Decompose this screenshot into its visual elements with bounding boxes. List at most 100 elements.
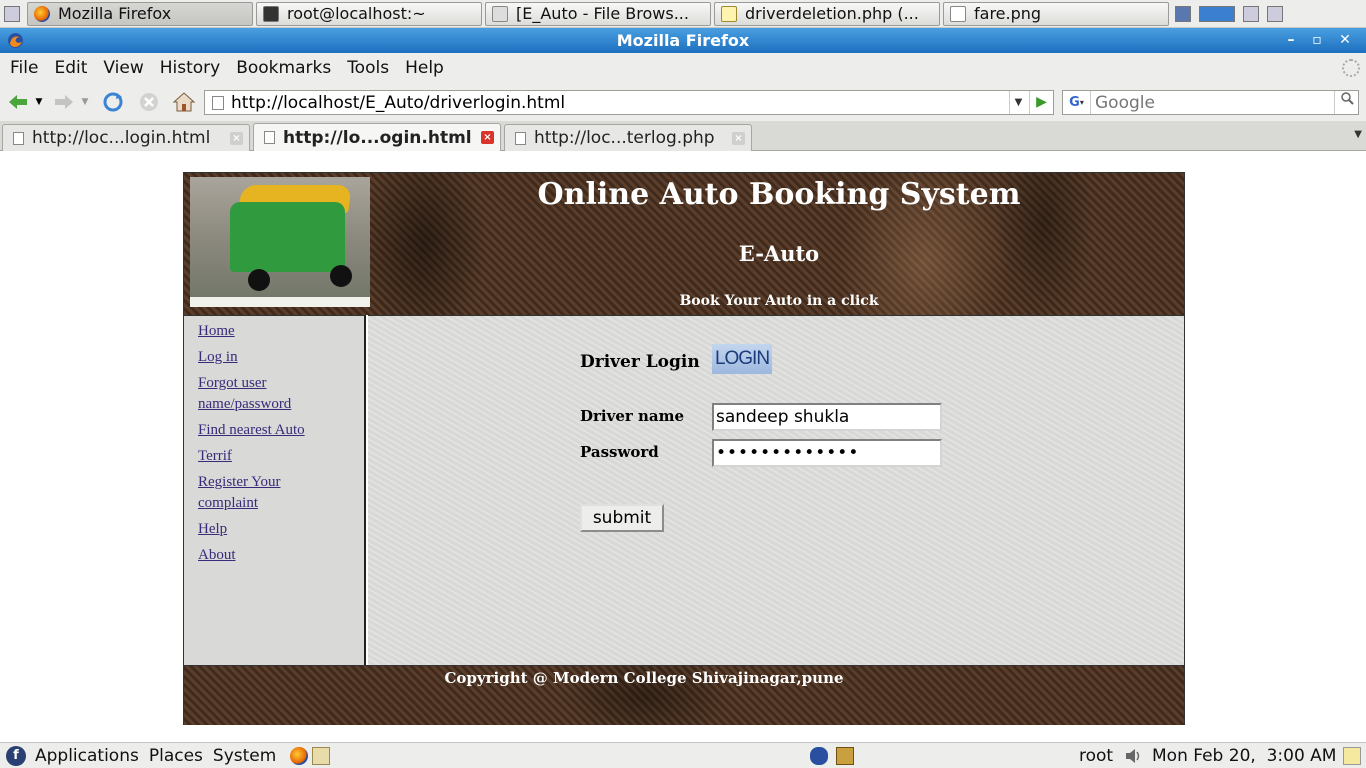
sidebar-link-about[interactable]: About	[198, 545, 338, 566]
stop-icon[interactable]	[137, 91, 161, 113]
panel-user[interactable]: root	[1079, 746, 1113, 766]
tab-driverlogin[interactable]: http://lo...ogin.html ×	[253, 123, 501, 151]
panel-menu-places[interactable]: Places	[144, 746, 208, 766]
tab-bar: http://loc...login.html × http://lo...og…	[0, 121, 1366, 151]
back-history-chevron-down-icon[interactable]: ▼	[32, 91, 46, 113]
text-editor-icon	[721, 5, 737, 22]
login-heading: Driver Login	[580, 352, 700, 372]
driver-name-input[interactable]	[712, 403, 942, 431]
page-icon	[13, 131, 24, 145]
window-titlebar[interactable]: Mozilla Firefox – ▫ ✕	[0, 28, 1366, 53]
go-arrow-icon[interactable]: ▶	[1029, 91, 1053, 114]
workspace-4-icon[interactable]	[1267, 5, 1283, 22]
top-taskbar: Mozilla Firefox root@localhost:~ [E_Auto…	[0, 0, 1366, 28]
tab-label: http://loc...login.html	[32, 128, 211, 148]
site-tagline: Book Your Auto in a click	[679, 293, 879, 309]
page-viewport: Online Auto Booking System E-Auto Book Y…	[0, 152, 1366, 742]
panel-menu-applications[interactable]: Applications	[30, 746, 144, 766]
mail-launcher-icon[interactable]	[312, 747, 330, 765]
driver-name-label: Driver name	[580, 407, 685, 425]
menu-file[interactable]: File	[2, 58, 46, 78]
submit-button[interactable]: submit	[580, 504, 664, 532]
sidebar-link-forgot-password[interactable]: Forgot user name/password	[198, 373, 338, 415]
firefox-launcher-icon[interactable]	[290, 747, 308, 765]
taskbar-window-editor[interactable]: driverdeletion.php (...	[714, 1, 940, 26]
site-sidebar: Home Log in Forgot user name/password Fi…	[184, 315, 366, 665]
tab-list-chevron-down-icon[interactable]: ▼	[1354, 129, 1362, 140]
sidebar-link-home[interactable]: Home	[198, 321, 338, 342]
workspace-2-icon[interactable]	[1199, 5, 1235, 22]
tab-close-icon[interactable]: ×	[230, 132, 243, 145]
site-footer: Copyright @ Modern College Shivajinagar,…	[184, 665, 1184, 725]
notes-icon[interactable]	[1343, 747, 1361, 765]
page-icon	[515, 131, 526, 145]
url-text[interactable]: http://localhost/E_Auto/driverlogin.html	[231, 93, 565, 113]
volume-icon[interactable]	[1124, 747, 1142, 765]
taskbar-window-label: root@localhost:~	[287, 4, 426, 23]
url-history-chevron-down-icon[interactable]: ▼	[1009, 91, 1027, 114]
taskbar-window-label: Mozilla Firefox	[58, 4, 172, 23]
sidebar-link-help[interactable]: Help	[198, 519, 338, 540]
menu-view[interactable]: View	[95, 58, 151, 78]
window-title: Mozilla Firefox	[616, 31, 750, 50]
password-input[interactable]	[712, 439, 942, 467]
show-desktop-icon[interactable]	[4, 5, 20, 22]
update-notifier-icon[interactable]	[836, 747, 854, 765]
tab-label: http://loc...terlog.php	[534, 128, 715, 148]
fedora-logo-icon[interactable]: f	[6, 745, 26, 766]
search-engine-letter: G	[1069, 95, 1080, 110]
password-label: Password	[580, 443, 659, 461]
terminal-icon	[263, 5, 279, 22]
footer-copyright: Copyright @ Modern College Shivajinagar,…	[444, 669, 844, 687]
firefox-icon	[34, 5, 50, 22]
menu-help[interactable]: Help	[397, 58, 452, 78]
activity-throbber-icon	[1342, 59, 1360, 77]
taskbar-window-image[interactable]: fare.png	[943, 1, 1169, 26]
menu-history[interactable]: History	[152, 58, 228, 78]
menu-bar: File Edit View History Bookmarks Tools H…	[0, 53, 1366, 83]
menu-bookmarks[interactable]: Bookmarks	[228, 58, 339, 78]
tab-close-icon[interactable]: ×	[481, 131, 494, 144]
tab-login[interactable]: http://loc...login.html ×	[2, 124, 250, 151]
login-content: Driver Login LOGIN Driver name Password …	[368, 315, 1184, 665]
sidebar-link-register-complaint[interactable]: Register Your complaint	[198, 472, 338, 514]
panel-menu-system[interactable]: System	[208, 746, 281, 766]
bluetooth-icon[interactable]	[810, 747, 828, 765]
taskbar-window-label: fare.png	[974, 4, 1042, 23]
maximize-icon[interactable]: ▫	[1306, 31, 1328, 50]
workspace-1-icon[interactable]	[1175, 5, 1191, 22]
forward-icon[interactable]	[52, 91, 76, 113]
panel-clock[interactable]: Mon Feb 20, 3:00 AM	[1152, 746, 1336, 766]
forward-history-chevron-down-icon[interactable]: ▼	[78, 91, 92, 113]
minimize-icon[interactable]: –	[1280, 31, 1302, 50]
sidebar-link-login[interactable]: Log in	[198, 347, 338, 368]
bottom-panel: f Applications Places System root Mon Fe…	[0, 742, 1366, 768]
search-icon[interactable]	[1334, 91, 1358, 114]
page-icon	[264, 131, 275, 144]
sidebar-link-tariff[interactable]: Terrif	[198, 446, 338, 467]
menu-edit[interactable]: Edit	[46, 58, 95, 78]
tab-close-icon[interactable]: ×	[732, 132, 745, 145]
auto-rickshaw-photo	[190, 177, 370, 307]
taskbar-window-firefox[interactable]: Mozilla Firefox	[27, 1, 253, 26]
search-engine-icon[interactable]: G ▾	[1063, 91, 1091, 114]
search-bar[interactable]: G ▾	[1062, 90, 1359, 115]
folder-icon	[492, 5, 508, 22]
tab-registerlog[interactable]: http://loc...terlog.php ×	[504, 124, 752, 151]
search-input[interactable]	[1091, 92, 1327, 113]
workspace-3-icon[interactable]	[1243, 5, 1259, 22]
back-icon[interactable]	[6, 91, 30, 113]
page-icon	[212, 96, 224, 110]
taskbar-window-terminal[interactable]: root@localhost:~	[256, 1, 482, 26]
login-badge-image: LOGIN	[712, 344, 772, 374]
close-icon[interactable]: ✕	[1334, 31, 1356, 50]
taskbar-window-file-browser[interactable]: [E_Auto - File Brows...	[485, 1, 711, 26]
taskbar-window-label: [E_Auto - File Brows...	[516, 4, 689, 23]
reload-icon[interactable]	[101, 91, 125, 113]
menu-tools[interactable]: Tools	[339, 58, 397, 78]
url-bar[interactable]: http://localhost/E_Auto/driverlogin.html…	[204, 90, 1054, 115]
site-subtitle: E-Auto	[738, 241, 820, 266]
sidebar-link-find-auto[interactable]: Find nearest Auto	[198, 420, 338, 441]
site-container: Online Auto Booking System E-Auto Book Y…	[183, 172, 1185, 725]
home-icon[interactable]	[172, 91, 196, 113]
